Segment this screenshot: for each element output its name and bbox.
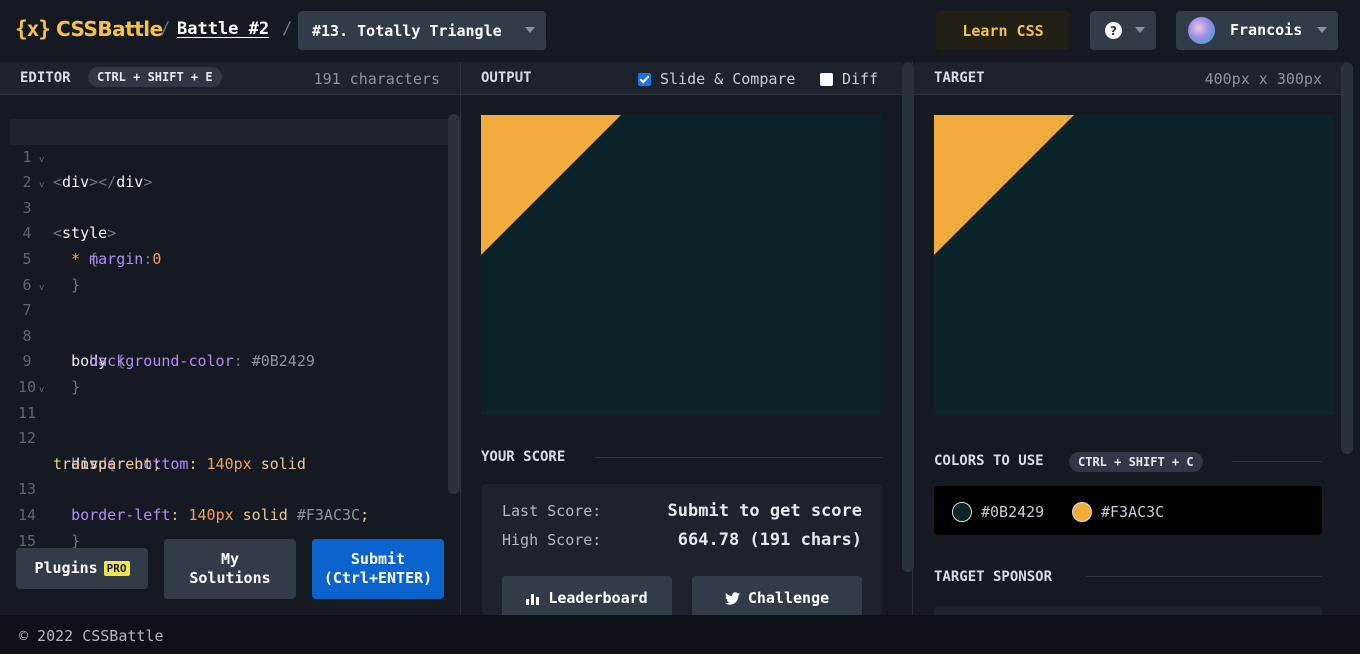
last-score-value: Submit to get score: [667, 501, 862, 521]
your-score-title: YOUR SCORE: [481, 449, 566, 465]
slide-compare-checkbox[interactable]: [638, 73, 651, 86]
submit-button[interactable]: Submit (Ctrl+ENTER): [312, 539, 444, 599]
code-line: 14 }: [10, 477, 448, 550]
high-score-value: 664.78 (191 chars): [677, 530, 862, 550]
colors-shortcut-badge: CTRL + SHIFT + C: [1069, 452, 1203, 472]
challenge-button[interactable]: Challenge: [692, 576, 862, 620]
leaderboard-button[interactable]: Leaderboard: [502, 576, 672, 620]
editor-shortcut-badge: CTRL + SHIFT + E: [88, 67, 222, 87]
code-line: 11 v div {: [10, 375, 448, 473]
color-swatch[interactable]: [952, 502, 972, 522]
chevron-down-icon: [1317, 27, 1327, 33]
diff-label[interactable]: Diff: [842, 70, 878, 88]
code-line: 8 background-color: #0B2429: [10, 298, 448, 371]
code-line: 15: [10, 503, 448, 550]
slide-compare-label[interactable]: Slide & Compare: [660, 70, 795, 88]
code-line: 6: [10, 247, 448, 294]
section-divider: [1086, 576, 1322, 577]
target-sponsor-title: TARGET SPONSOR: [934, 569, 1053, 585]
chevron-down-icon: [525, 27, 535, 33]
editor-title: EDITOR: [20, 70, 71, 86]
editor-header: EDITOR CTRL + SHIFT + E 191 characters: [0, 62, 460, 95]
code-line: 4 margin:0: [10, 196, 448, 268]
color-swatch[interactable]: [1072, 502, 1092, 522]
logo-text: CSSBattle: [55, 17, 163, 41]
output-triangle: [481, 115, 621, 255]
colors-to-use-title: COLORS TO USE: [934, 453, 1044, 469]
submit-label-line2: (Ctrl+ENTER): [323, 569, 433, 587]
code-line: 5 }: [10, 221, 448, 294]
section-divider: [595, 457, 882, 458]
my-solutions-button[interactable]: My Solutions: [164, 539, 296, 599]
section-divider: [1232, 461, 1322, 462]
footer: © 2022 CSSBattle: [0, 615, 1360, 654]
code-line: 9 }: [10, 324, 448, 396]
top-header: {x} CSSBattle / Battle #2 / #13. Totally…: [0, 0, 1360, 62]
output-scrollbar[interactable]: [902, 62, 914, 572]
last-score-label: Last Score:: [502, 502, 602, 520]
my-solutions-label-line1: My: [220, 550, 240, 568]
output-title: OUTPUT: [481, 70, 532, 86]
editor-scrollbar[interactable]: [448, 114, 460, 494]
user-name: Francois: [1230, 21, 1303, 39]
code-line-wrap: transparent;: [10, 426, 448, 473]
user-menu-button[interactable]: Francois: [1176, 11, 1338, 50]
target-select-label: #13. Totally Triangle: [312, 21, 502, 40]
breadcrumb-separator: /: [282, 19, 293, 39]
output-header: OUTPUT Slide & Compare Diff: [461, 62, 902, 95]
plugins-button[interactable]: Plugins PRO: [16, 548, 148, 589]
target-header: TARGET 400px x 300px: [914, 62, 1341, 95]
editor-panel: EDITOR CTRL + SHIFT + E 191 characters 1…: [0, 62, 460, 615]
avatar: [1188, 17, 1215, 44]
code-line: 12 border-bottom: 140px solid: [10, 401, 448, 473]
my-solutions-label-line2: Solutions: [189, 569, 271, 587]
code-line: 3 v * {: [10, 170, 448, 268]
submit-label-line1: Submit: [350, 550, 406, 568]
diff-checkbox[interactable]: [820, 73, 833, 86]
target-panel: TARGET 400px x 300px COLORS TO USE CTRL …: [914, 62, 1360, 615]
logo-icon: {x}: [15, 17, 51, 41]
score-box: Last Score: Submit to get score High Sco…: [482, 484, 882, 620]
leaderboard-label: Leaderboard: [548, 589, 648, 607]
code-editor[interactable]: 1 <div></div> 2 v <style> 3 v * { 4 marg…: [10, 119, 448, 550]
sponsor-box: [934, 606, 1322, 615]
target-triangle: [934, 115, 1074, 255]
chevron-down-icon: [1135, 27, 1145, 33]
target-title: TARGET: [934, 70, 985, 86]
target-select-dropdown[interactable]: #13. Totally Triangle: [298, 11, 546, 50]
battle-link[interactable]: Battle #2: [177, 19, 269, 39]
color-hex-label[interactable]: #0B2429: [981, 503, 1044, 521]
target-scrollbar[interactable]: [1341, 62, 1353, 454]
output-canvas[interactable]: [481, 115, 881, 415]
breadcrumb-separator: /: [160, 19, 171, 39]
pro-badge: PRO: [103, 561, 130, 576]
colors-palette: #0B2429 #F3AC3C: [934, 486, 1322, 535]
challenge-label: Challenge: [747, 589, 830, 607]
plugins-label: Plugins: [34, 559, 98, 577]
bar-chart-icon: [526, 593, 540, 605]
target-canvas[interactable]: [934, 115, 1334, 415]
help-icon: ?: [1105, 22, 1122, 39]
color-hex-label[interactable]: #F3AC3C: [1101, 503, 1164, 521]
code-line: 13 border-left: 140px solid #F3AC3C;: [10, 452, 448, 524]
code-line: 7 v body {: [10, 273, 448, 371]
code-line: 10: [10, 349, 448, 396]
output-panel: OUTPUT Slide & Compare Diff YOUR SCORE L…: [460, 62, 914, 620]
help-menu-button[interactable]: ?: [1090, 11, 1156, 50]
copyright-text: © 2022 CSSBattle: [19, 627, 164, 645]
code-line: 1 <div></div>: [10, 119, 448, 191]
target-dimensions: 400px x 300px: [1204, 70, 1322, 88]
code-line: 2 v <style>: [10, 145, 448, 243]
twitter-icon: [724, 591, 740, 605]
high-score-label: High Score:: [502, 531, 602, 549]
learn-css-button[interactable]: Learn CSS: [936, 11, 1070, 50]
cssbattle-logo[interactable]: {x} CSSBattle: [15, 17, 163, 41]
character-count: 191 characters: [313, 70, 440, 88]
